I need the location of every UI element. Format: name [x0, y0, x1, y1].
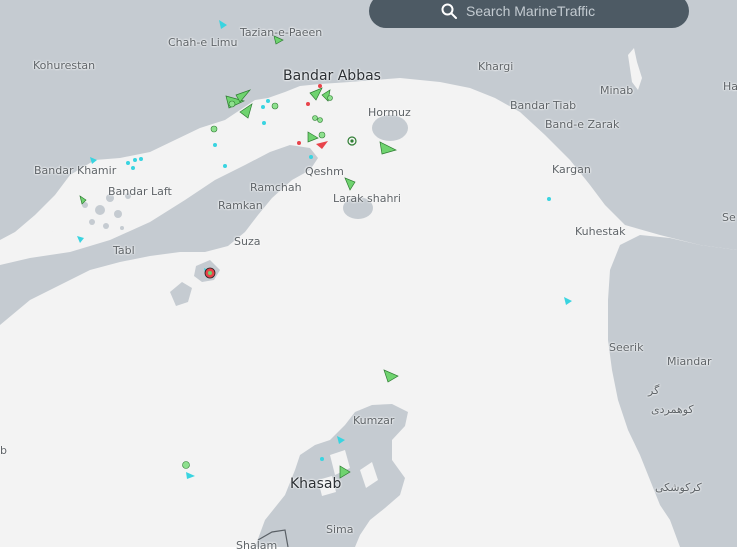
place-label: Chah-e Limu	[168, 36, 238, 49]
place-label: Sima	[326, 523, 354, 536]
place-label: Bandar Tiab	[510, 99, 577, 112]
place-label: Kuhestak	[575, 225, 626, 238]
place-label: Shalam	[236, 539, 278, 552]
place-label: Larak shahri	[333, 192, 401, 205]
search-bar[interactable]: Search MarineTraffic	[369, 0, 689, 28]
place-label: Bandar Khamir	[34, 164, 117, 177]
place-label: Suza	[234, 235, 261, 248]
city-label: Khasab	[290, 476, 342, 492]
place-label: Ha	[723, 80, 737, 93]
place-label: Kargan	[552, 163, 591, 176]
place-label: Miandar	[667, 355, 712, 368]
search-input[interactable]: Search MarineTraffic	[466, 3, 595, 19]
place-label: Qeshm	[305, 165, 344, 178]
place-label: Ramkan	[218, 199, 263, 212]
place-label: Ramchah	[250, 181, 302, 194]
place-label: Kohurestan	[33, 59, 96, 72]
place-label: Tabl	[113, 244, 135, 257]
place-label: b	[0, 444, 7, 457]
place-label: Tazian-e-Paeen	[240, 26, 323, 39]
place-label: Seerik	[609, 341, 644, 354]
place-label: Se	[722, 211, 736, 224]
city-label: Bandar Abbas	[283, 68, 381, 84]
place-label: Minab	[600, 84, 634, 97]
vessel-at-anchor-inner	[350, 139, 354, 143]
port-marker-suza[interactable]	[204, 267, 216, 279]
place-label: کوهمردی	[651, 403, 694, 416]
place-label: کرکوشکی	[655, 481, 702, 494]
place-label: Khargi	[478, 60, 514, 73]
place-label: گر	[648, 384, 660, 397]
search-icon[interactable]	[441, 3, 457, 19]
place-label: Band-e Zarak	[545, 118, 620, 131]
place-label: Kumzar	[353, 414, 395, 427]
place-label: Hormuz	[368, 106, 411, 119]
place-label: Bandar Laft	[108, 185, 172, 198]
